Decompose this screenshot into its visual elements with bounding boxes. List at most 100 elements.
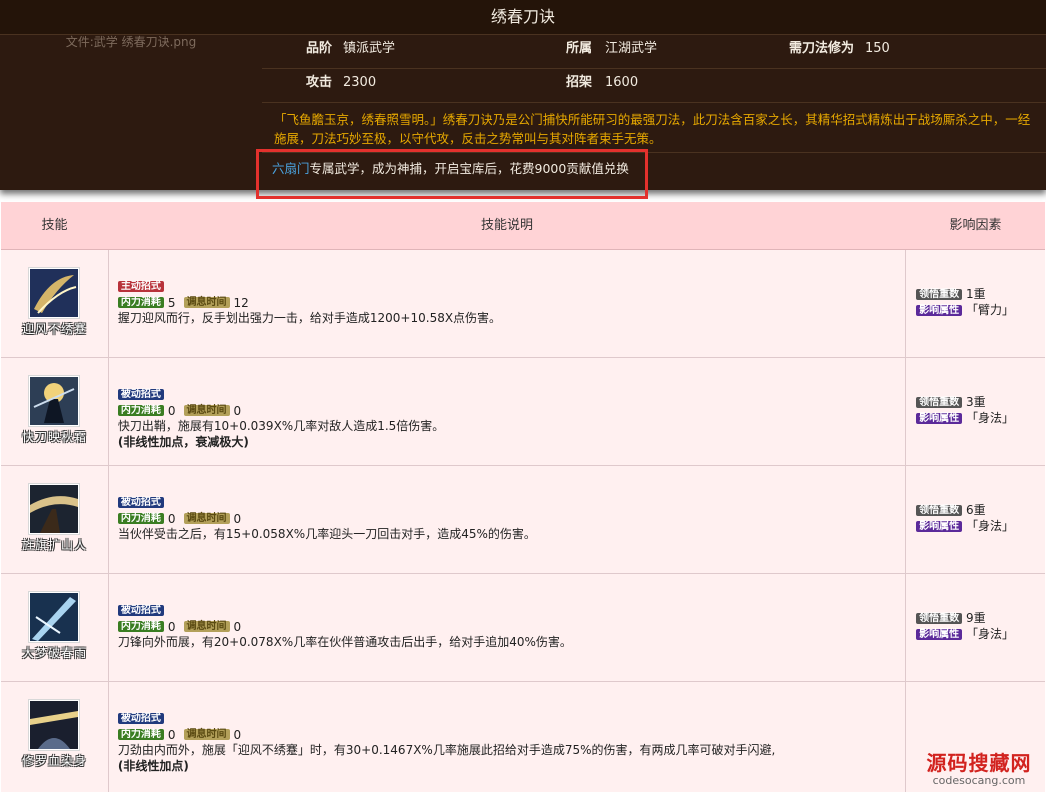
factor-cell: 领悟重数 9重 影响属性 「身法」 [906, 574, 1045, 681]
file-link[interactable]: 文件:武学 绣春刀诀.png [0, 34, 262, 49]
skill-type-badge: 被动招式 [117, 605, 164, 616]
factor-cell: 领悟重数 1重 影响属性 「臂力」 [906, 250, 1045, 357]
skill-note: (非线性加点) [117, 759, 189, 773]
cd-badge: 调息时间 [183, 513, 230, 524]
cd-value: 0 [233, 619, 242, 634]
skill-name: 大梦破春雨 [21, 646, 87, 660]
info-row-1: 品阶 镇派武学 所属 江湖武学 需刀法修为 150 [262, 34, 1046, 69]
watermark-en: codesocang.com [932, 774, 1026, 787]
attr-badge: 影响属性 [916, 629, 963, 640]
skills-table: 技能 技能说明 影响因素 迎风不绣蹇 主动招式 内力消耗 5 调息时间 12 握刀迎风… [1, 202, 1045, 792]
skill-cell: 大梦破春雨 [1, 574, 109, 681]
skill-cell: 快刀映秋霜 [1, 358, 109, 465]
rank-label: 品阶 [306, 41, 333, 56]
skill-cell: 迎风不绣蹇 [1, 250, 109, 357]
attack-value: 2300 [343, 75, 377, 90]
skill-name: 迎风不绣蹇 [21, 322, 87, 336]
watermark: 源码搜藏网 codesocang.com [916, 752, 1042, 787]
skill-type-badge: 被动招式 [117, 713, 164, 724]
layer-badge: 领悟重数 [916, 613, 963, 624]
header-skill: 技能 [41, 218, 68, 233]
skill-icon[interactable] [28, 483, 80, 535]
skill-cell: 修罗血染身 [1, 682, 109, 792]
skill-type-badge: 被动招式 [117, 389, 164, 400]
belong-label: 所属 [566, 41, 593, 56]
skill-cell: 旌旗扩山人 [1, 466, 109, 573]
cd-badge: 调息时间 [183, 405, 230, 416]
highlight-box [256, 149, 648, 199]
skill-description: 「飞鱼膽玉京，绣春照雪明。」绣春刀诀乃是公门捕快所能研习的最强刀法，此刀法含百家… [262, 102, 1046, 153]
skill-desc-cell: 被动招式 内力消耗 0 调息时间 0 快刀出鞘，施展有10+0.039X%几率对敌人造… [109, 358, 907, 465]
layer-badge: 领悟重数 [916, 505, 963, 516]
parry-label: 招架 [566, 75, 593, 90]
mp-badge: 内力消耗 [117, 297, 164, 308]
layer-value: 6重 [965, 503, 986, 517]
parry-value: 1600 [605, 75, 639, 90]
factor-cell: 领悟重数 6重 影响属性 「身法」 [906, 466, 1045, 573]
cd-badge: 调息时间 [183, 297, 230, 308]
factor-cell: 领悟重数 3重 影响属性 「身法」 [906, 358, 1045, 465]
table-row: 大梦破春雨 被动招式 内力消耗 0 调息时间 0 刀锋向外而展，有20+0.078X%… [1, 574, 1045, 682]
skill-icon[interactable] [28, 591, 80, 643]
cd-badge: 调息时间 [183, 621, 230, 632]
requirement-label: 需刀法修为 [789, 41, 855, 56]
attr-value: 「臂力」 [965, 303, 1014, 317]
attr-badge: 影响属性 [916, 305, 963, 316]
table-row: 旌旗扩山人 被动招式 内力消耗 0 调息时间 0 当伙伴受击之后，有15+0.058X… [1, 466, 1045, 574]
cd-value: 12 [233, 295, 249, 310]
page-title: 绣春刀诀 [0, 0, 1046, 35]
cd-value: 0 [233, 403, 242, 418]
skill-desc-cell: 主动招式 内力消耗 5 调息时间 12 握刀迎风而行，反手划出强力一击，给对手造成12… [109, 250, 907, 357]
skill-name: 修罗血染身 [21, 754, 87, 768]
attr-badge: 影响属性 [916, 521, 963, 532]
mp-badge: 内力消耗 [117, 729, 164, 740]
skill-name: 旌旗扩山人 [21, 538, 87, 552]
belong-value: 江湖武学 [605, 41, 658, 56]
table-row: 快刀映秋霜 被动招式 内力消耗 0 调息时间 0 快刀出鞘，施展有10+0.039X%… [1, 358, 1045, 466]
mp-value: 0 [167, 619, 176, 634]
skill-desc-cell: 被动招式 内力消耗 0 调息时间 0 刀锋向外而展，有20+0.078X%几率在伙伴普… [109, 574, 907, 681]
layer-badge: 领悟重数 [916, 397, 963, 408]
cd-value: 0 [233, 511, 242, 526]
attack-label: 攻击 [306, 75, 333, 90]
mp-badge: 内力消耗 [117, 513, 164, 524]
layer-value: 3重 [965, 395, 986, 409]
layer-badge: 领悟重数 [916, 289, 963, 300]
mp-value: 0 [167, 403, 176, 418]
skill-effect-text: 刀锋向外而展，有20+0.078X%几率在伙伴普通攻击后出手，给对手追加40%伤… [117, 635, 572, 649]
mp-badge: 内力消耗 [117, 621, 164, 632]
skill-icon[interactable] [28, 267, 80, 319]
header-description: 技能说明 [480, 218, 533, 233]
mp-value: 5 [167, 295, 176, 310]
mp-value: 0 [167, 511, 176, 526]
skill-effect-text: 当伙伴受击之后，有15+0.058X%几率迎头一刀回击对手，造成45%的伤害。 [117, 527, 536, 541]
watermark-cn: 源码搜藏网 [926, 751, 1032, 775]
table-row: 迎风不绣蹇 主动招式 内力消耗 5 调息时间 12 握刀迎风而行，反手划出强力一击，给… [1, 250, 1045, 358]
info-row-2: 攻击 2300 招架 1600 [262, 68, 1046, 103]
skill-icon[interactable] [28, 375, 80, 427]
cd-badge: 调息时间 [183, 729, 230, 740]
layer-value: 9重 [965, 611, 986, 625]
skill-effect-text: 握刀迎风而行，反手划出强力一击，给对手造成1200+10.58X点伤害。 [117, 311, 502, 325]
requirement-value: 150 [865, 41, 890, 56]
header-factor: 影响因素 [949, 218, 1002, 233]
layer-value: 1重 [965, 287, 986, 301]
table-header: 技能 技能说明 影响因素 [1, 202, 1045, 250]
table-row: 修罗血染身 被动招式 内力消耗 0 调息时间 0 刀劲由内而外，施展「迎风不绣蹇」时，… [1, 682, 1045, 792]
skill-effect-text: 快刀出鞘，施展有10+0.039X%几率对敌人造成1.5倍伤害。 [117, 419, 445, 433]
attr-value: 「身法」 [965, 519, 1014, 533]
skill-type-badge: 主动招式 [117, 281, 164, 292]
attr-value: 「身法」 [965, 627, 1014, 641]
attr-value: 「身法」 [965, 411, 1014, 425]
skill-desc-cell: 被动招式 内力消耗 0 调息时间 0 当伙伴受击之后，有15+0.058X%几率迎头一… [109, 466, 907, 573]
skill-name: 快刀映秋霜 [21, 430, 87, 444]
skill-desc-cell: 被动招式 内力消耗 0 调息时间 0 刀劲由内而外，施展「迎风不绣蹇」时，有30+0.… [109, 682, 907, 792]
skill-type-badge: 被动招式 [117, 497, 164, 508]
skill-image-placeholder [0, 34, 262, 190]
skill-icon[interactable] [28, 699, 80, 751]
skill-note: (非线性加点，衰减极大) [117, 435, 249, 449]
skill-effect-text: 刀劲由内而外，施展「迎风不绣蹇」时，有30+0.1467X%几率施展此招给对手造… [117, 743, 776, 757]
cd-value: 0 [233, 727, 242, 742]
attr-badge: 影响属性 [916, 413, 963, 424]
mp-badge: 内力消耗 [117, 405, 164, 416]
